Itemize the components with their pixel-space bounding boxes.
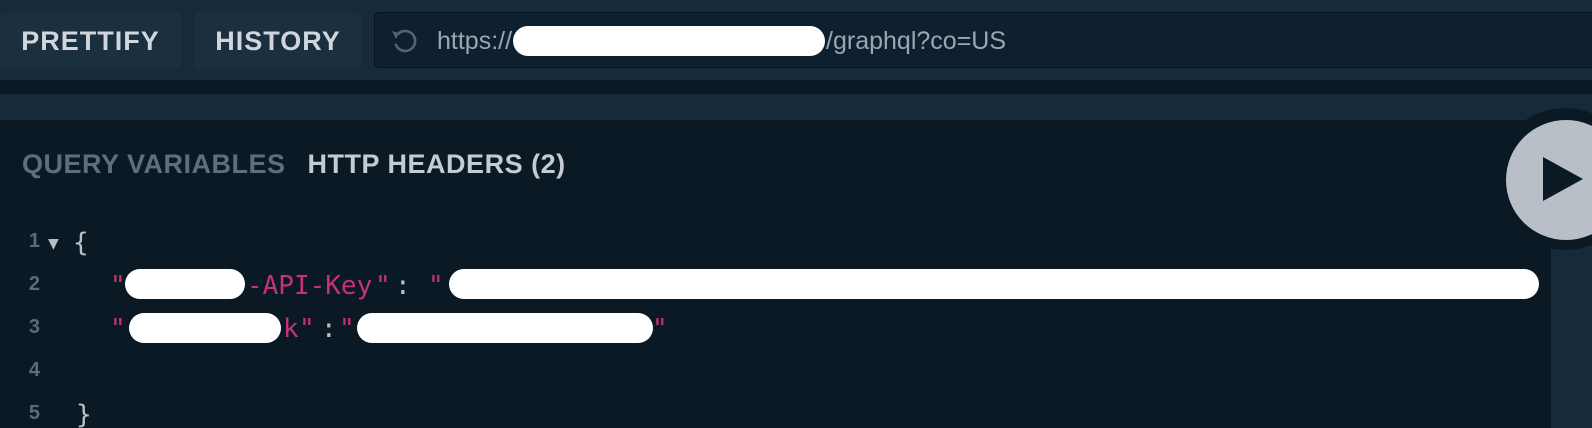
prettify-button[interactable]: PRETTIFY — [0, 13, 181, 69]
colon: : — [321, 314, 337, 344]
code-line: 1 ▼ { — [0, 226, 1551, 266]
redacted-key-prefix — [129, 313, 281, 343]
pane-splitter[interactable] — [0, 94, 1551, 120]
header-key-quote: " — [110, 271, 126, 301]
header-key-quote: " — [110, 314, 126, 344]
code-line: 5 } — [0, 398, 1551, 428]
toolbar: PRETTIFY HISTORY https:// /graphql?co=US — [0, 0, 1592, 80]
header-value-quote: " — [652, 314, 668, 344]
url-prefix: https:// — [437, 26, 513, 55]
header-key: k — [283, 314, 299, 344]
line-number: 4 — [28, 359, 40, 381]
line-number: 5 — [28, 402, 40, 424]
line-number: 1 — [28, 230, 40, 252]
header-value-quote: " — [428, 271, 444, 301]
code-line: 3 " k " : " " — [0, 312, 1551, 352]
redacted-host — [513, 26, 826, 56]
redacted-key-prefix — [125, 269, 245, 299]
url-suffix: /graphql?co=US — [826, 26, 1007, 55]
line-number: 2 — [28, 273, 40, 295]
header-value-quote: " — [339, 314, 355, 344]
url-text: https:// /graphql?co=US — [437, 13, 1006, 69]
open-brace: { — [73, 228, 89, 258]
code-line: 4 — [0, 355, 1551, 395]
redacted-api-key-value — [449, 269, 1539, 299]
tab-query-variables[interactable]: QUERY VARIABLES — [22, 149, 286, 180]
colon: : — [395, 271, 411, 301]
play-icon — [1543, 157, 1583, 201]
header-key: -API-Key — [247, 271, 373, 301]
header-key-quote: " — [299, 314, 315, 344]
header-key-quote: " — [375, 271, 391, 301]
graphql-playground: PRETTIFY HISTORY https:///graphql?co=US … — [0, 0, 1592, 428]
history-button[interactable]: HISTORY — [194, 13, 362, 69]
reload-icon[interactable] — [389, 25, 421, 57]
fold-arrow-icon[interactable]: ▼ — [48, 236, 59, 252]
redacted-header-value — [357, 313, 653, 343]
endpoint-url-input[interactable]: https:// /graphql?co=US — [374, 12, 1592, 68]
editor-tabs: QUERY VARIABLES HTTP HEADERS (2) — [22, 144, 566, 184]
tab-http-headers[interactable]: HTTP HEADERS (2) — [308, 149, 566, 180]
code-line: 2 " -API-Key " : " — [0, 269, 1551, 309]
line-number: 3 — [28, 316, 40, 338]
close-brace: } — [76, 400, 92, 428]
